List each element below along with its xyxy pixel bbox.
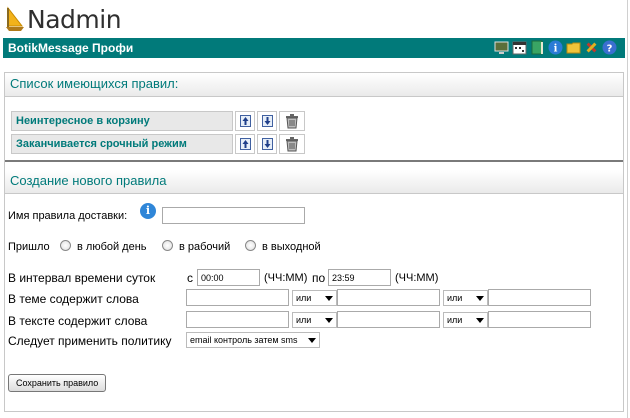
- toolbar-icons: i ?: [494, 40, 617, 55]
- move-up-button[interactable]: [235, 111, 255, 131]
- workday-label: в рабочий: [179, 241, 231, 253]
- subject-label: В теме содержит слова: [8, 292, 139, 306]
- weekend-radio[interactable]: [245, 240, 256, 251]
- delete-rule-button[interactable]: [279, 111, 305, 131]
- interval-label: В интервал времени суток: [8, 271, 156, 285]
- trash-icon: [286, 114, 298, 129]
- any-day-label: в любой день: [77, 241, 147, 253]
- svg-text:?: ?: [607, 44, 613, 55]
- rule-row: Неинтересное в корзину: [11, 111, 305, 131]
- svg-text:i: i: [554, 44, 558, 55]
- help-icon[interactable]: ?: [602, 40, 617, 55]
- weekend-label: в выходной: [262, 241, 321, 253]
- move-up-button[interactable]: [235, 134, 255, 154]
- info-icon[interactable]: i: [548, 40, 563, 55]
- sail-logo-icon: [5, 6, 25, 32]
- any-day-radio[interactable]: [60, 240, 71, 251]
- delete-rule-button[interactable]: [279, 134, 305, 154]
- policy-select[interactable]: email контроль затем sms: [186, 332, 320, 348]
- arrow-down-icon: [261, 138, 273, 150]
- rule-name-input[interactable]: [162, 207, 305, 224]
- body-word-input-2[interactable]: [337, 311, 440, 328]
- arrow-down-icon: [261, 115, 273, 127]
- workday-radio[interactable]: [162, 240, 173, 251]
- move-down-button[interactable]: [257, 134, 277, 154]
- body-operator-select-2[interactable]: или: [443, 312, 488, 328]
- chevron-down-icon: [308, 338, 316, 343]
- rules-panel: Список имеющихся правил: Неинтересное в …: [4, 72, 624, 412]
- section-divider: [5, 160, 623, 162]
- logo-text: Nadmin: [27, 4, 122, 34]
- app-title-bar: BotikMessage Профи i ?: [3, 38, 625, 58]
- book-icon[interactable]: [530, 40, 545, 55]
- subject-word-input-2[interactable]: [337, 289, 440, 306]
- subject-word-input-1[interactable]: [186, 289, 289, 306]
- app-title: BotikMessage Профи: [8, 41, 134, 55]
- info-tooltip-icon[interactable]: i: [140, 203, 156, 219]
- to-label: по: [312, 271, 326, 285]
- subject-operator-select-1[interactable]: или: [292, 290, 337, 306]
- move-down-button[interactable]: [257, 111, 277, 131]
- rule-name[interactable]: Заканчивается срочный режим: [11, 134, 233, 154]
- time-to-input[interactable]: 23:59: [328, 269, 391, 286]
- monitor-icon[interactable]: [494, 40, 509, 55]
- time-from-input[interactable]: 00:00: [197, 269, 260, 286]
- arrived-label: Пришло: [8, 241, 50, 253]
- chevron-down-icon: [325, 296, 333, 301]
- chevron-down-icon: [325, 318, 333, 323]
- chevron-down-icon: [476, 318, 484, 323]
- rule-name[interactable]: Неинтересное в корзину: [11, 111, 233, 131]
- new-rule-heading: Создание нового правила: [5, 170, 623, 194]
- tools-icon[interactable]: [584, 40, 599, 55]
- policy-label: Следует применить политику: [8, 334, 172, 348]
- folder-icon[interactable]: [566, 40, 581, 55]
- nadmin-logo: Nadmin: [5, 4, 122, 34]
- body-operator-select-1[interactable]: или: [292, 312, 337, 328]
- from-label: с: [187, 271, 193, 285]
- subject-operator-select-2[interactable]: или: [443, 290, 488, 306]
- rule-name-label: Имя правила доставки:: [8, 210, 128, 222]
- page-frame: Nadmin BotikMessage Профи i ? Список име…: [0, 0, 628, 418]
- rule-row: Заканчивается срочный режим: [11, 134, 305, 154]
- trash-icon: [286, 137, 298, 152]
- chevron-down-icon: [476, 296, 484, 301]
- save-rule-button[interactable]: Сохранить правило: [8, 374, 107, 392]
- body-label: В тексте содержит слова: [8, 314, 148, 328]
- subject-word-input-3[interactable]: [488, 289, 591, 306]
- arrow-up-icon: [239, 138, 251, 150]
- time-from-hint: (ЧЧ:ММ): [264, 272, 308, 284]
- body-word-input-3[interactable]: [488, 311, 591, 328]
- calendar-icon[interactable]: [512, 40, 527, 55]
- body-word-input-1[interactable]: [186, 311, 289, 328]
- arrow-up-icon: [239, 115, 251, 127]
- time-to-hint: (ЧЧ:ММ): [395, 272, 439, 284]
- rules-list-heading: Список имеющихся правил:: [5, 73, 623, 97]
